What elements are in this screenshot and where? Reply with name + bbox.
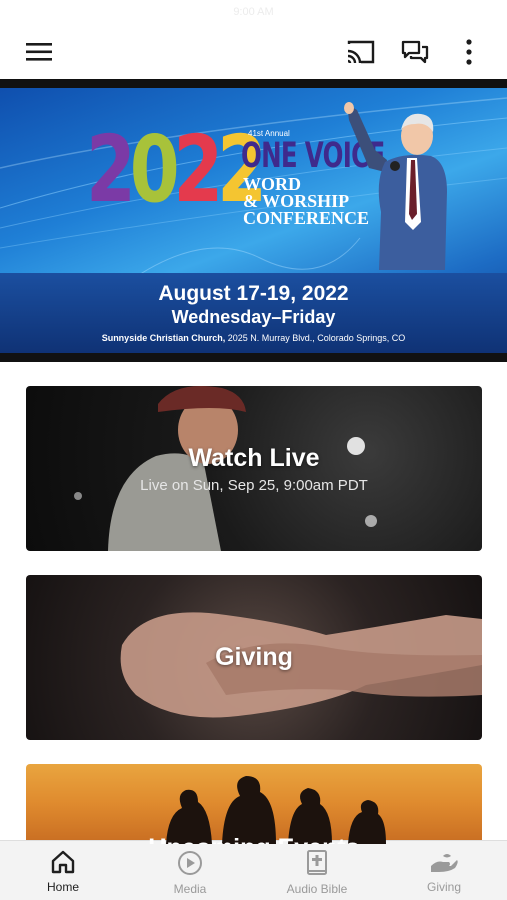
status-time: 9:00 AM bbox=[233, 6, 274, 18]
play-circle-icon bbox=[178, 851, 202, 875]
giving-card[interactable]: Giving bbox=[26, 575, 482, 740]
banner-year: 2022 bbox=[86, 116, 267, 223]
tab-media-label: Media bbox=[173, 882, 207, 896]
speaker-illustration bbox=[344, 102, 447, 270]
venue-name: Sunnyside Christian Church, bbox=[101, 333, 226, 343]
tab-giving-label: Giving bbox=[426, 880, 461, 894]
app-bar bbox=[0, 26, 507, 78]
watch-live-subtitle: Live on Sun, Sep 25, 9:00am PDT bbox=[140, 476, 368, 494]
tab-home[interactable]: Home bbox=[0, 841, 126, 900]
banner-dates: August 17-19, 2022 bbox=[158, 282, 349, 305]
watch-live-card[interactable]: Watch Live Live on Sun, Sep 25, 9:00am P… bbox=[26, 386, 482, 551]
more-vertical-icon[interactable] bbox=[449, 32, 489, 72]
conference-banner[interactable]: 2022 41st Annual ONE VOICE WORD & WORSHI… bbox=[0, 79, 507, 362]
banner-venue: Sunnyside Christian Church, 2025 N. Murr… bbox=[0, 333, 507, 343]
home-icon bbox=[51, 850, 75, 874]
banner-artwork: 2022 41st Annual ONE VOICE WORD & WORSHI… bbox=[0, 88, 507, 353]
chat-bubbles-icon[interactable] bbox=[395, 32, 435, 72]
cast-icon[interactable] bbox=[341, 32, 381, 72]
bible-icon bbox=[307, 850, 327, 875]
tab-audio-bible-label: Audio Bible bbox=[286, 882, 348, 896]
tab-audio-bible[interactable]: Audio Bible bbox=[254, 841, 380, 900]
watch-live-title: Watch Live bbox=[188, 443, 320, 472]
events-card[interactable]: Upcoming Events bbox=[26, 764, 482, 844]
tab-home-label: Home bbox=[46, 880, 79, 894]
tab-giving[interactable]: Giving bbox=[381, 841, 507, 900]
tab-media[interactable]: Media bbox=[127, 841, 253, 900]
bottom-tab-bar: Home Media Audio Bible Giving bbox=[0, 840, 507, 900]
venue-address: 2025 N. Murray Blvd., Colorado Springs, … bbox=[225, 333, 406, 343]
hamburger-menu-icon[interactable] bbox=[20, 32, 60, 72]
banner-days: Wednesday–Friday bbox=[171, 307, 336, 327]
giving-title: Giving bbox=[215, 643, 293, 671]
giving-hand-icon bbox=[431, 854, 458, 872]
events-photo bbox=[166, 776, 386, 844]
events-title: Upcoming Events bbox=[26, 834, 482, 844]
status-bar: 9:00 AM bbox=[0, 0, 507, 26]
